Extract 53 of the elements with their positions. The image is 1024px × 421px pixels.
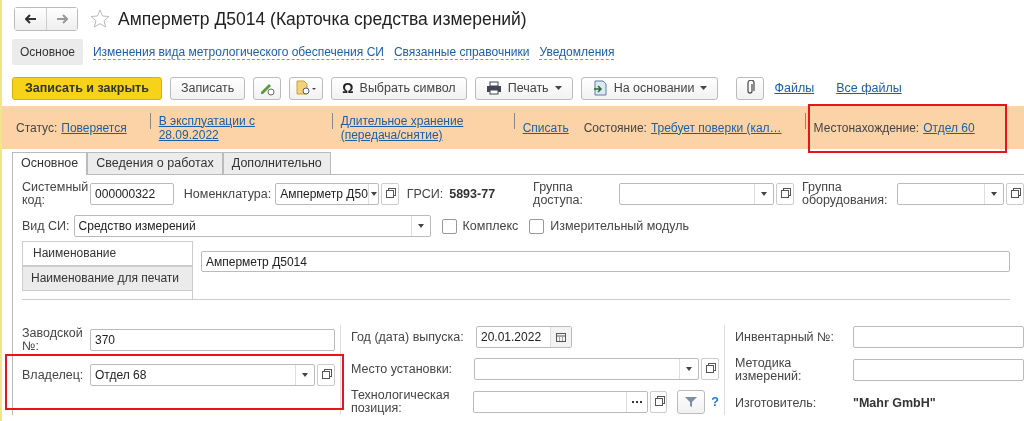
field-label: Изготовитель:: [735, 396, 818, 410]
form-tab[interactable]: Дополнительно: [222, 152, 331, 174]
choose-symbol-button[interactable]: Ω Выбрать символ: [331, 76, 467, 100]
form-tab[interactable]: Основное: [12, 152, 88, 175]
si-type-field[interactable]: Средство измерений: [73, 215, 431, 237]
field-label: Системный код:: [22, 181, 90, 207]
name-field[interactable]: Амперметр Д5014: [201, 251, 1010, 272]
save-button[interactable]: Записать: [169, 76, 246, 100]
save-and-close-button[interactable]: Записать и закрыть: [12, 76, 162, 100]
field-label: ГРСИ:: [406, 187, 444, 201]
status-link[interactable]: Длительное хранение (передача/снятие): [340, 113, 491, 142]
system-code-field[interactable]: 000000322: [90, 183, 174, 205]
section-tab[interactable]: Связанные справочники: [393, 44, 530, 60]
form-tab[interactable]: Сведения о работах: [87, 152, 223, 174]
section-tab[interactable]: Основное: [12, 39, 83, 65]
status-label: Статус:: [16, 120, 58, 135]
section-tab[interactable]: Изменения вида метрологического обеспечения СИ: [93, 44, 384, 60]
all-files-link[interactable]: Все файлы: [836, 81, 902, 95]
field-label: Заводской №:: [22, 327, 84, 353]
checkbox-label: Комплекс: [462, 219, 519, 233]
help-link[interactable]: ?: [711, 395, 719, 409]
field-label: Номенклатура:: [183, 187, 272, 201]
field-label: Технологическая позиция:: [351, 389, 451, 415]
manufacturer-value: "Mahr GmbH": [853, 396, 936, 410]
status-label: Местонахождение:: [813, 120, 920, 135]
release-date-field[interactable]: 20.01.2022: [476, 326, 572, 348]
owner-field[interactable]: Отдел 68: [90, 364, 315, 386]
field-label: Место установки:: [351, 362, 454, 376]
field-label: Методика измерений:: [735, 357, 803, 383]
grsi-value: 5893-77: [449, 187, 496, 201]
status-link[interactable]: В эксплуатации с 28.09.2022: [158, 113, 309, 142]
field-label: Группа оборудования:: [802, 181, 889, 207]
field-label: Группа доступа:: [533, 181, 584, 207]
serial-number-field[interactable]: 370: [90, 329, 335, 351]
field-label: Год (дата) выпуска:: [351, 330, 465, 344]
field-label: Инвентарный №:: [735, 330, 835, 344]
based-on-button[interactable]: На основании: [580, 76, 719, 100]
checkbox-label: Измерительный модуль: [550, 219, 690, 233]
status-link[interactable]: Требует поверки (кал…: [650, 120, 782, 135]
name-tab[interactable]: Наименование для печати: [22, 266, 192, 291]
files-link[interactable]: Файлы: [774, 81, 815, 95]
name-tab[interactable]: Наименование: [22, 241, 192, 266]
nomenclature-field[interactable]: Амперметр Д50: [275, 183, 380, 205]
section-tab[interactable]: Уведомления: [539, 44, 615, 60]
status-link[interactable]: Отдел 60: [923, 120, 975, 135]
status-link[interactable]: Поверяется: [61, 120, 127, 135]
omega-icon: Ω: [342, 80, 354, 96]
print-button[interactable]: Печать: [474, 76, 573, 100]
field-label: Вид СИ:: [22, 219, 70, 233]
status-label: Состояние:: [583, 120, 647, 135]
window-title: Амперметр Д5014 (Карточка средства измерений): [118, 8, 527, 30]
field-label: Владелец:: [22, 368, 85, 382]
status-link[interactable]: Списать: [522, 120, 569, 135]
